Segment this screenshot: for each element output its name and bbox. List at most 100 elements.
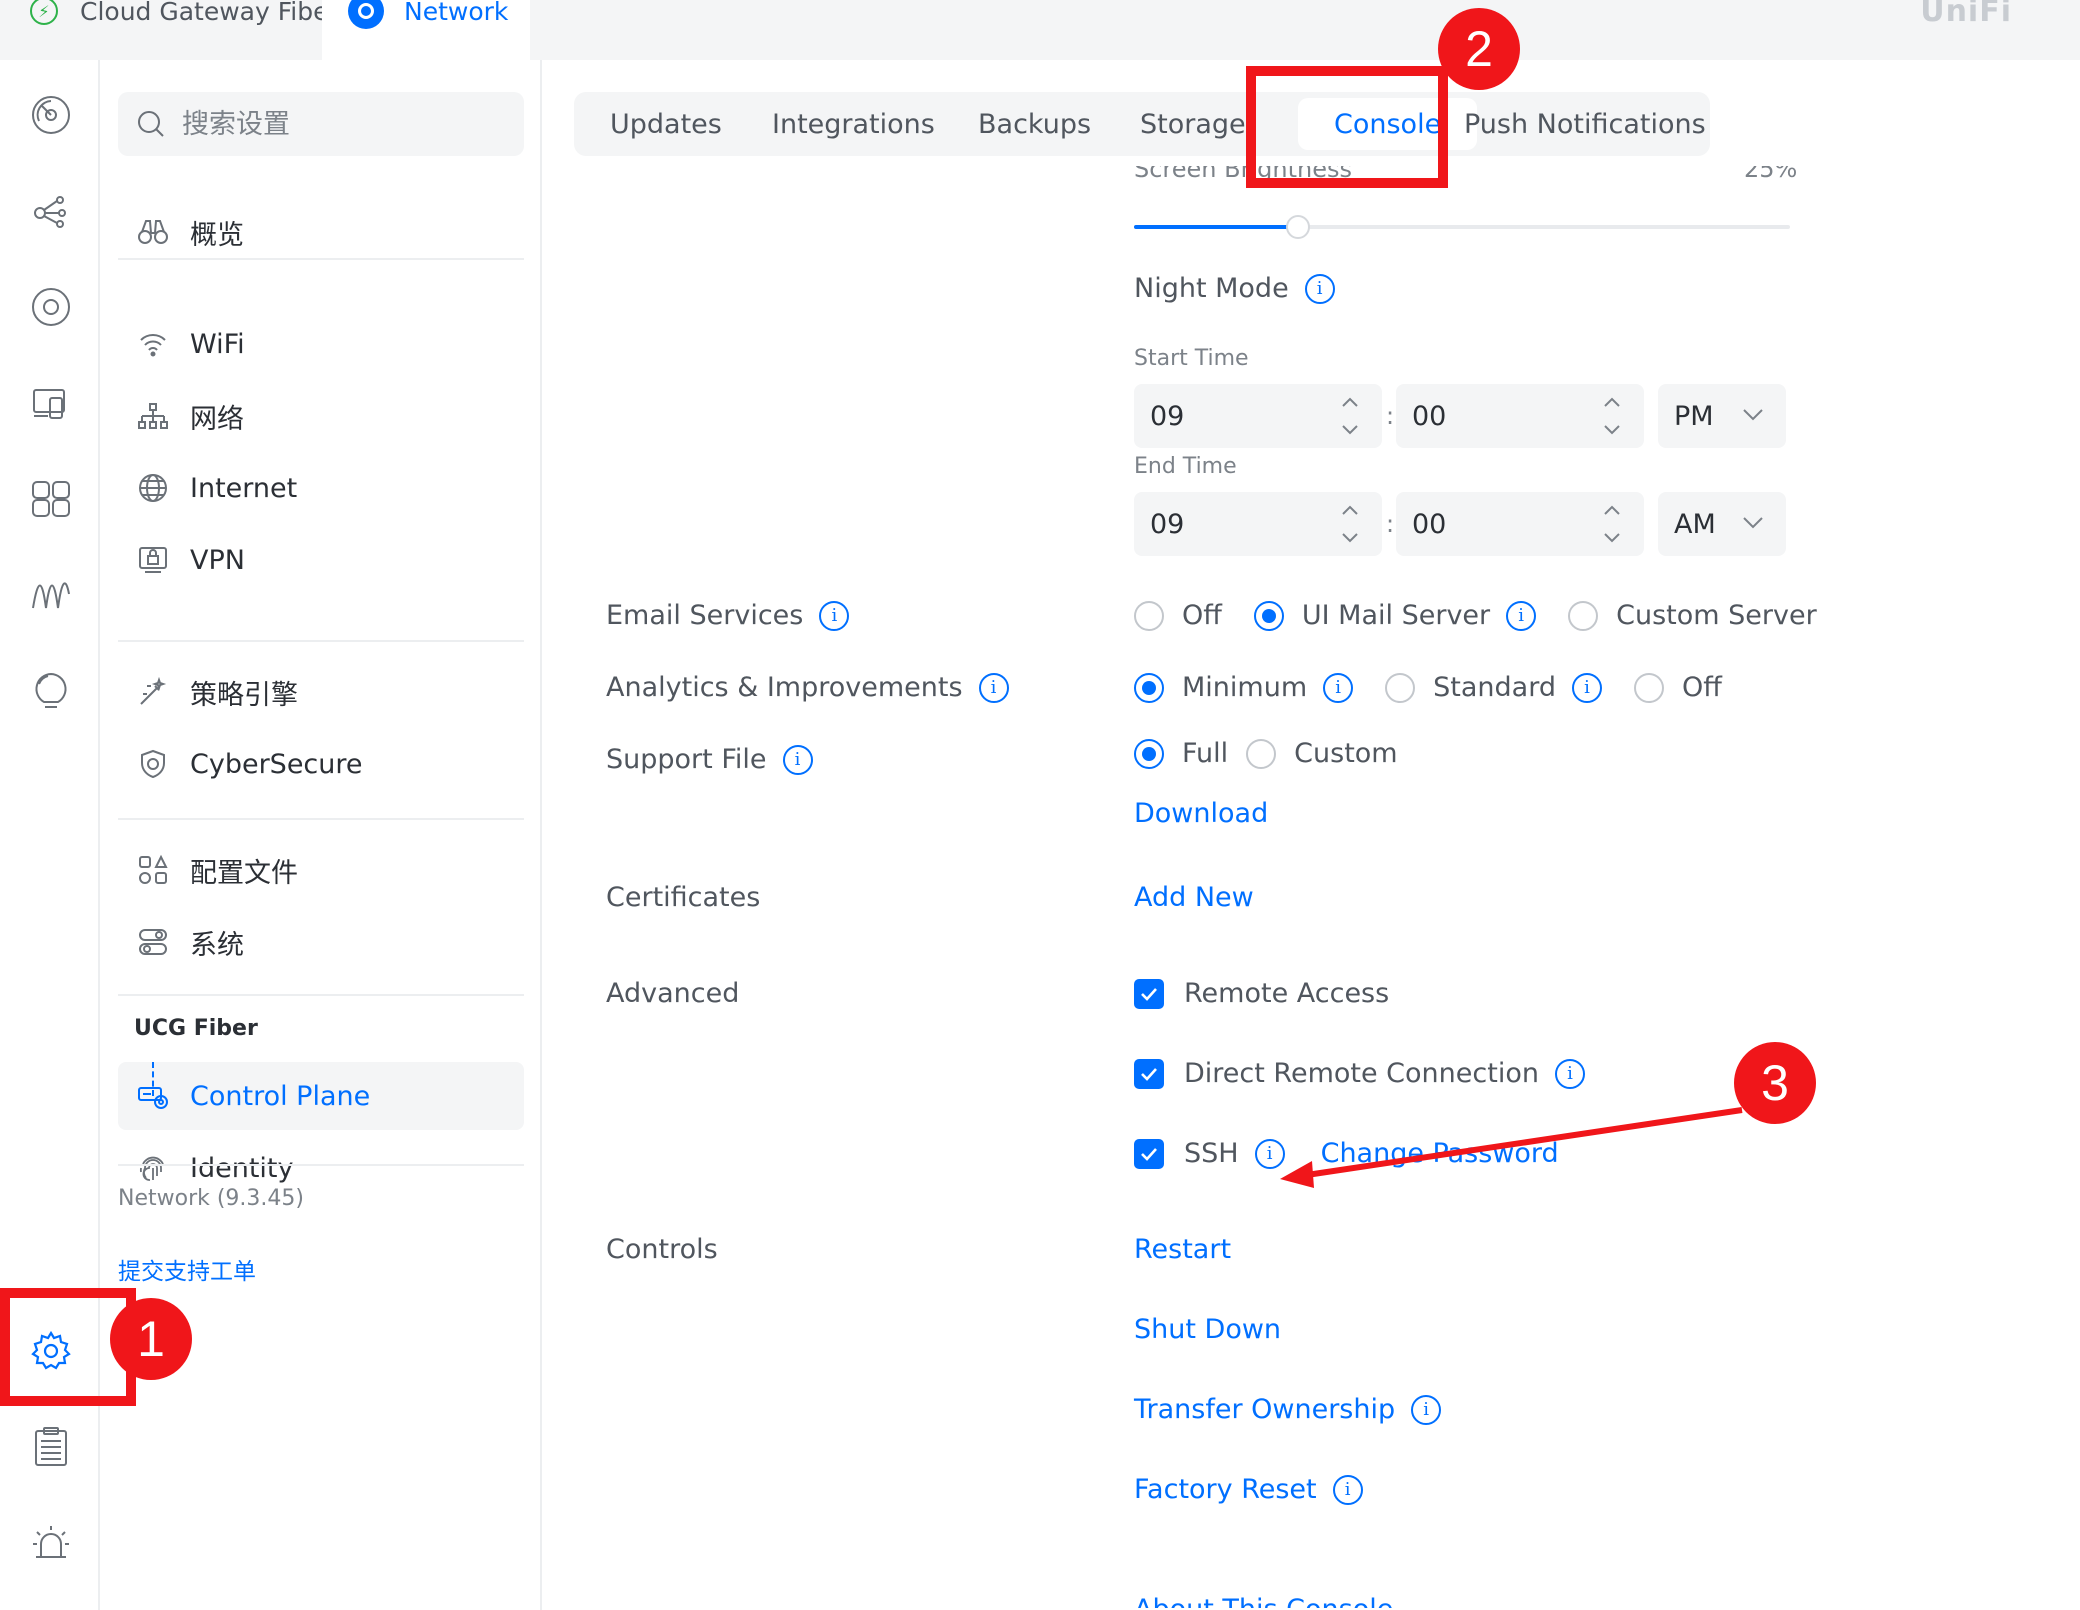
radio[interactable] <box>1246 738 1277 769</box>
info-icon[interactable]: i <box>978 672 1009 703</box>
tab-push-notifications[interactable]: Push Notifications <box>1464 92 1706 156</box>
factory-reset-link[interactable]: Factory Reset <box>1134 1474 1317 1505</box>
start-ampm-select[interactable]: PM <box>1658 384 1786 448</box>
radio[interactable] <box>1134 600 1164 631</box>
radio[interactable] <box>1134 672 1164 703</box>
alert-siren-icon[interactable] <box>30 1522 72 1564</box>
download-link[interactable]: Download <box>1134 798 1268 829</box>
night-mode-row: Night Mode i <box>1134 273 1335 304</box>
slider-thumb[interactable] <box>1286 215 1310 239</box>
start-minute-stepper[interactable]: 00 <box>1396 384 1644 448</box>
shutdown-link[interactable]: Shut Down <box>1134 1314 1281 1345</box>
radio[interactable] <box>1385 672 1416 703</box>
info-icon[interactable]: i <box>1554 1058 1585 1089</box>
alarm-manager-icon[interactable] <box>30 670 72 712</box>
info-icon[interactable]: i <box>1506 600 1537 631</box>
gateway-tab[interactable]: ⚡ Cloud Gateway Fiber <box>30 0 339 60</box>
end-ampm-select[interactable]: AM <box>1658 492 1786 556</box>
info-icon[interactable]: i <box>782 744 813 775</box>
devices-icon[interactable] <box>30 286 72 328</box>
sidebar-item-cybersecure[interactable]: CyberSecure <box>118 730 524 798</box>
sidebar-item-profiles[interactable]: 配置文件 <box>118 836 524 904</box>
insights-icon[interactable] <box>30 574 72 616</box>
change-password-link[interactable]: Change Password <box>1321 1138 1559 1169</box>
remote-access-checkbox[interactable] <box>1134 978 1164 1009</box>
support-full-option[interactable]: Full <box>1134 738 1228 769</box>
about-console-text[interactable]: About This Console <box>1134 1594 1393 1608</box>
email-services-text: Email Services <box>606 600 804 631</box>
dashboard-icon[interactable] <box>30 94 72 136</box>
end-time-label: End Time <box>1134 454 1237 479</box>
analytics-text: Analytics & Improvements <box>606 672 963 703</box>
end-minute-stepper[interactable]: 00 <box>1396 492 1644 556</box>
option-label: Minimum <box>1182 672 1308 703</box>
start-time-label: Start Time <box>1134 346 1249 371</box>
direct-remote-row[interactable]: Direct Remote Connection i <box>1134 1058 1585 1089</box>
network-tree-icon <box>136 399 170 433</box>
restart-link[interactable]: Restart <box>1134 1234 1231 1265</box>
stepper-arrows-icon[interactable] <box>1602 500 1622 548</box>
about-console-link[interactable]: About This Console <box>1134 1594 1393 1608</box>
option-label: UI Mail Server <box>1301 600 1491 631</box>
search-input[interactable] <box>182 108 502 140</box>
support-custom-option[interactable]: Custom <box>1246 738 1398 769</box>
ports-icon[interactable] <box>30 478 72 520</box>
email-off-option[interactable]: Off <box>1134 600 1222 631</box>
topology-icon[interactable] <box>30 190 72 232</box>
email-custom-option[interactable]: Custom Server <box>1568 600 1817 631</box>
analytics-standard-option[interactable]: Standard i <box>1385 672 1602 703</box>
profiles-grid-icon <box>136 853 170 887</box>
tab-storage[interactable]: Storage <box>1140 92 1246 156</box>
info-icon[interactable]: i <box>1571 672 1602 703</box>
direct-remote-checkbox[interactable] <box>1134 1058 1164 1089</box>
advanced-label: Advanced <box>606 978 740 1009</box>
radio[interactable] <box>1253 600 1284 631</box>
analytics-options: Minimum i Standard i Off <box>1134 672 1754 703</box>
info-icon[interactable]: i <box>1323 672 1354 703</box>
add-new-certificate-link[interactable]: Add New <box>1134 882 1254 913</box>
sidebar-item-system[interactable]: 系统 <box>118 908 524 976</box>
sidebar-item-vpn[interactable]: VPN <box>118 526 524 594</box>
submit-ticket-link[interactable]: 提交支持工单 <box>118 1252 256 1286</box>
ssh-checkbox[interactable] <box>1134 1138 1164 1169</box>
sidebar-item-wifi[interactable]: WiFi <box>118 310 524 378</box>
remote-access-row[interactable]: Remote Access <box>1134 978 1389 1009</box>
analytics-off-option[interactable]: Off <box>1633 672 1722 703</box>
email-ui-mail-option[interactable]: UI Mail Server i <box>1253 600 1537 631</box>
stepper-arrows-icon[interactable] <box>1340 392 1360 440</box>
sidebar-item-policy-engine[interactable]: 策略引擎 <box>118 658 524 726</box>
sidebar-item-internet[interactable]: Internet <box>118 454 524 522</box>
tab-integrations[interactable]: Integrations <box>772 92 935 156</box>
info-icon[interactable]: i <box>1254 1138 1285 1169</box>
ssh-row[interactable]: SSH i Change Password <box>1134 1138 1559 1169</box>
divider <box>118 818 524 820</box>
radio[interactable] <box>1568 600 1599 631</box>
clients-icon[interactable] <box>30 382 72 424</box>
info-icon[interactable]: i <box>1332 1474 1363 1505</box>
stepper-arrows-icon[interactable] <box>1340 500 1360 548</box>
info-icon[interactable]: i <box>1411 1394 1442 1425</box>
transfer-ownership-link[interactable]: Transfer Ownership <box>1134 1394 1395 1425</box>
transfer-ownership-row[interactable]: Transfer Ownership i <box>1134 1394 1442 1425</box>
radio[interactable] <box>1633 672 1664 703</box>
tab-updates[interactable]: Updates <box>610 92 722 156</box>
info-icon[interactable]: i <box>1304 273 1335 304</box>
sidebar-item-network[interactable]: 网络 <box>118 382 524 450</box>
tab-backups[interactable]: Backups <box>978 92 1091 156</box>
radio[interactable] <box>1134 738 1164 769</box>
factory-reset-row[interactable]: Factory Reset i <box>1134 1474 1363 1505</box>
start-hour-stepper[interactable]: 09 <box>1134 384 1382 448</box>
info-icon[interactable]: i <box>819 600 850 631</box>
end-hour-stepper[interactable]: 09 <box>1134 492 1382 556</box>
sidebar-item-overview[interactable]: 概览 <box>118 198 524 266</box>
screen-brightness-slider[interactable] <box>1134 215 1790 239</box>
sidebar-item-control-plane[interactable]: Control Plane <box>118 1062 524 1130</box>
logs-icon[interactable] <box>30 1426 72 1468</box>
analytics-minimum-option[interactable]: Minimum i <box>1134 672 1354 703</box>
stepper-arrows-icon[interactable] <box>1602 392 1622 440</box>
settings-search[interactable] <box>118 92 524 156</box>
console-settings: Screen Brightness 25% Night Mode i Start… <box>574 166 2064 1610</box>
network-tab[interactable]: Network <box>322 0 530 60</box>
sidebar-item-label: 策略引擎 <box>190 679 298 711</box>
globe-icon <box>136 471 170 505</box>
